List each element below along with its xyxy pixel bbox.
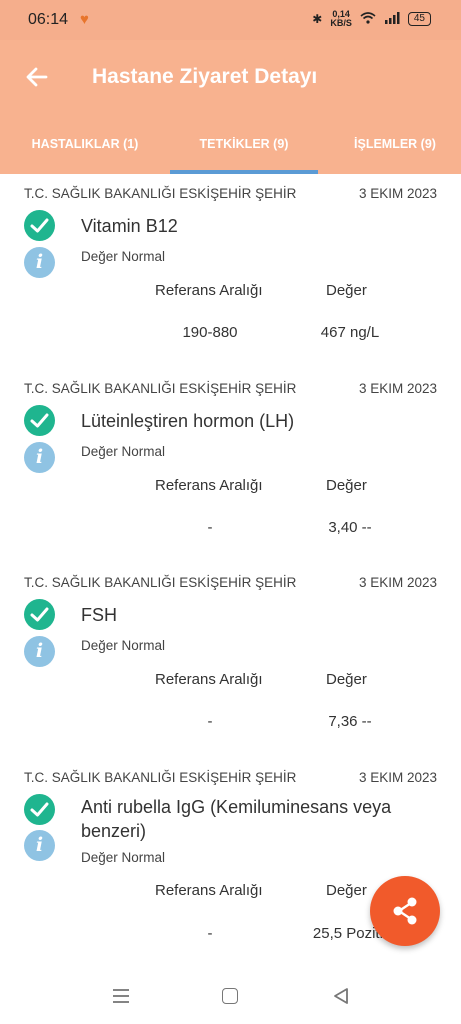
reference-range-label: Referans Aralığı xyxy=(155,282,263,299)
test-name: Lüteinleştiren hormon (LH) xyxy=(81,411,295,431)
system-nav-bar xyxy=(0,968,461,1024)
network-speed: 0,14 KB/S xyxy=(330,10,352,28)
arrow-left-icon[interactable] xyxy=(22,62,52,92)
info-icon[interactable]: i xyxy=(24,442,55,473)
status-time: 06:14 xyxy=(28,11,69,28)
status-text: Değer Normal xyxy=(81,850,166,865)
hospital-name: T.C. SAĞLIK BAKANLIĞI ESKİŞEHİR ŞEHİR xyxy=(24,186,297,201)
reference-range-label: Referans Aralığı xyxy=(155,671,263,688)
reference-range-label: Referans Aralığı xyxy=(155,882,263,899)
info-icon[interactable]: i xyxy=(24,636,55,667)
active-tab-indicator xyxy=(170,170,318,174)
battery-icon: 45 xyxy=(407,12,431,26)
hospital-name: T.C. SAĞLIK BAKANLIĞI ESKİŞEHİR ŞEHİR xyxy=(24,770,297,785)
app-bar: Hastane Ziyaret Detayı HASTALIKLAR (1) T… xyxy=(0,40,461,174)
tab-tetkikler[interactable]: TETKİKLER (9) xyxy=(170,126,318,174)
tab-hastaliklar[interactable]: HASTALIKLAR (1) xyxy=(20,126,150,174)
back-triangle-icon[interactable] xyxy=(332,987,350,1005)
reference-range-label: Referans Aralığı xyxy=(155,477,263,494)
test-record[interactable]: T.C. SAĞLIK BAKANLIĞI ESKİŞEHİR ŞEHİR 3 … xyxy=(0,381,461,561)
test-name: Anti rubella IgG (Kemiluminesans veya be… xyxy=(81,797,392,841)
check-icon xyxy=(24,599,55,630)
reference-range-value: - xyxy=(207,713,213,730)
reference-range-value: 190-880 xyxy=(182,324,238,341)
status-text: Değer Normal xyxy=(81,249,166,264)
status-text: Değer Normal xyxy=(81,444,166,459)
tab-bar: HASTALIKLAR (1) TETKİKLER (9) İŞLEMLER (… xyxy=(0,126,461,174)
value-label: Değer xyxy=(326,671,367,688)
value-label: Değer xyxy=(326,282,367,299)
value-label: Değer xyxy=(326,882,367,899)
record-date: 3 EKIM 2023 xyxy=(358,770,437,785)
share-icon xyxy=(393,897,417,925)
share-button[interactable] xyxy=(370,876,440,946)
test-record[interactable]: T.C. SAĞLIK BAKANLIĞI ESKİŞEHİR ŞEHİR 3 … xyxy=(0,575,461,755)
check-icon xyxy=(24,405,55,436)
test-name: Vitamin B12 xyxy=(81,216,178,236)
test-value: 7,36 -- xyxy=(328,713,372,730)
record-date: 3 EKIM 2023 xyxy=(358,186,437,201)
test-value: 467 ng/L xyxy=(320,324,380,341)
tab-islemler[interactable]: İŞLEMLER (9) xyxy=(340,126,450,174)
wifi-icon xyxy=(360,11,376,27)
page-title: Hastane Ziyaret Detayı xyxy=(92,65,318,88)
status-bar: 06:14 ♥ ✱ 0,14 KB/S 45 xyxy=(0,0,461,40)
menu-icon[interactable] xyxy=(112,988,130,1004)
heart-notification-icon: ♥ xyxy=(80,11,89,28)
status-icons: ✱ 0,14 KB/S 45 xyxy=(312,10,431,28)
test-value: 3,40 -- xyxy=(328,519,372,536)
test-record[interactable]: T.C. SAĞLIK BAKANLIĞI ESKİŞEHİR ŞEHİR 3 … xyxy=(0,186,461,366)
test-name: FSH xyxy=(81,605,117,625)
bluetooth-icon: ✱ xyxy=(312,12,323,26)
signal-icon xyxy=(384,11,400,27)
record-date: 3 EKIM 2023 xyxy=(358,575,437,590)
hospital-name: T.C. SAĞLIK BAKANLIĞI ESKİŞEHİR ŞEHİR xyxy=(24,381,297,396)
record-date: 3 EKIM 2023 xyxy=(358,381,437,396)
check-icon xyxy=(24,210,55,241)
value-label: Değer xyxy=(326,477,367,494)
info-icon[interactable]: i xyxy=(24,830,55,861)
network-speed-unit: KB/S xyxy=(330,18,352,28)
status-text: Değer Normal xyxy=(81,638,166,653)
reference-range-value: - xyxy=(207,519,213,536)
check-icon xyxy=(24,794,55,825)
reference-range-value: - xyxy=(207,925,213,942)
home-icon[interactable] xyxy=(222,988,238,1004)
hospital-name: T.C. SAĞLIK BAKANLIĞI ESKİŞEHİR ŞEHİR xyxy=(24,575,297,590)
info-icon[interactable]: i xyxy=(24,247,55,278)
